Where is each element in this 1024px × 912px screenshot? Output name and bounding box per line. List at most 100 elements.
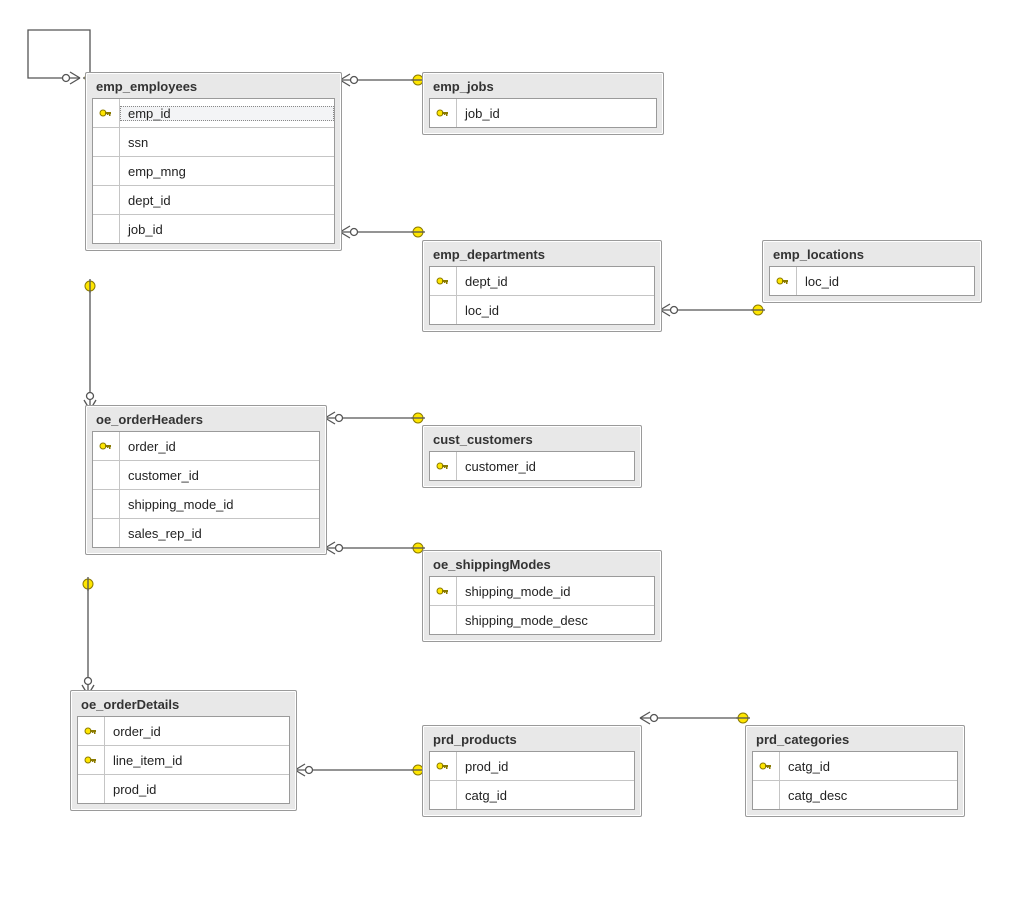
rel-emp_departments-emp_locations [660, 304, 765, 316]
column-row[interactable]: catg_desc [753, 780, 957, 809]
table-title: prd_products [423, 726, 641, 751]
table-oe_orderHeaders[interactable]: oe_orderHeaders order_id customer_idshipp… [85, 405, 327, 555]
column-row[interactable]: line_item_id [78, 745, 289, 774]
table-oe_shippingModes[interactable]: oe_shippingModes shipping_mode_idshippin… [422, 550, 662, 642]
key-cell [430, 781, 457, 809]
primary-key-icon [436, 461, 450, 471]
table-columns: dept_id loc_id [429, 266, 655, 325]
column-row[interactable]: loc_id [430, 295, 654, 324]
key-cell [93, 461, 120, 489]
table-prd_categories[interactable]: prd_categories catg_id catg_desc [745, 725, 965, 817]
rel-oe_orderHeaders-emp_employees [84, 279, 96, 410]
column-row[interactable]: shipping_mode_desc [430, 605, 654, 634]
primary-key-icon [436, 586, 450, 596]
column-name: ssn [120, 135, 334, 150]
key-cell [93, 128, 120, 156]
column-name: catg_id [780, 759, 957, 774]
table-columns: job_id [429, 98, 657, 128]
column-row[interactable]: shipping_mode_id [93, 489, 319, 518]
column-name: emp_mng [120, 164, 334, 179]
table-title: prd_categories [746, 726, 964, 751]
column-row[interactable]: emp_id [93, 99, 334, 127]
table-title: cust_customers [423, 426, 641, 451]
column-row[interactable]: job_id [430, 99, 656, 127]
table-columns: prod_id catg_id [429, 751, 635, 810]
column-row[interactable]: prod_id [78, 774, 289, 803]
table-title: oe_shippingModes [423, 551, 661, 576]
table-cust_customers[interactable]: cust_customers customer_id [422, 425, 642, 488]
column-name: shipping_mode_id [120, 497, 319, 512]
key-cell [430, 577, 457, 605]
column-row[interactable]: order_id [93, 432, 319, 460]
primary-key-icon [436, 108, 450, 118]
column-row[interactable]: dept_id [93, 185, 334, 214]
key-cell [430, 99, 457, 127]
column-row[interactable]: sales_rep_id [93, 518, 319, 547]
column-row[interactable]: emp_mng [93, 156, 334, 185]
column-row[interactable]: catg_id [753, 752, 957, 780]
key-cell [770, 267, 797, 295]
column-row[interactable]: order_id [78, 717, 289, 745]
column-name: catg_id [457, 788, 634, 803]
table-oe_orderDetails[interactable]: oe_orderDetails order_idline_item_idprod… [70, 690, 297, 811]
column-row[interactable]: dept_id [430, 267, 654, 295]
column-row[interactable]: loc_id [770, 267, 974, 295]
column-name: job_id [120, 222, 334, 237]
column-name: shipping_mode_id [457, 584, 654, 599]
column-row[interactable]: job_id [93, 214, 334, 243]
rel-prd_products-prd_categories [640, 712, 750, 724]
table-columns: catg_id catg_desc [752, 751, 958, 810]
table-columns: order_id customer_id shipping_mode_idsales… [92, 431, 320, 548]
key-cell [430, 452, 457, 480]
table-emp_jobs[interactable]: emp_jobs job_id [422, 72, 664, 135]
column-row[interactable]: ssn [93, 127, 334, 156]
primary-key-icon [776, 276, 790, 286]
key-cell [430, 267, 457, 295]
key-cell [93, 186, 120, 214]
column-row[interactable]: customer_id [430, 452, 634, 480]
table-columns: emp_idssn emp_mng dept_id job_id [92, 98, 335, 244]
table-columns: order_id line_item_id prod_id [77, 716, 290, 804]
primary-key-icon [99, 441, 113, 451]
column-row[interactable]: shipping_mode_id [430, 577, 654, 605]
column-name: order_id [105, 724, 289, 739]
column-name: loc_id [797, 274, 974, 289]
column-row[interactable]: catg_id [430, 780, 634, 809]
key-cell [430, 296, 457, 324]
table-emp_departments[interactable]: emp_departments dept_id loc_id [422, 240, 662, 332]
primary-key-icon [84, 726, 98, 736]
column-name: prod_id [105, 782, 289, 797]
table-title: oe_orderHeaders [86, 406, 326, 431]
column-name: customer_id [120, 468, 319, 483]
rel-oe_orderHeaders-oe_shippingModes [325, 542, 425, 554]
column-row[interactable]: customer_id [93, 460, 319, 489]
table-emp_locations[interactable]: emp_locations loc_id [762, 240, 982, 303]
rel-oe_orderDetails-prd_products [295, 764, 425, 776]
column-name: shipping_mode_desc [457, 613, 654, 628]
key-cell [93, 519, 120, 547]
rel-emp_employees-emp_departments [340, 226, 425, 238]
column-name: sales_rep_id [120, 526, 319, 541]
key-cell [753, 752, 780, 780]
key-cell [93, 432, 120, 460]
table-emp_employees[interactable]: emp_employees emp_idssnemp_mngdept_idjob… [85, 72, 342, 251]
table-columns: customer_id [429, 451, 635, 481]
primary-key-icon [759, 761, 773, 771]
rel-oe_orderHeaders-cust_customers [325, 412, 425, 424]
column-name: job_id [457, 106, 656, 121]
table-columns: shipping_mode_id shipping_mode_desc [429, 576, 655, 635]
key-cell [78, 717, 105, 745]
key-cell [753, 781, 780, 809]
key-cell [78, 775, 105, 803]
key-cell [78, 746, 105, 774]
table-prd_products[interactable]: prd_products prod_id catg_id [422, 725, 642, 817]
column-name: line_item_id [105, 753, 289, 768]
table-columns: loc_id [769, 266, 975, 296]
table-title: emp_departments [423, 241, 661, 266]
column-row[interactable]: prod_id [430, 752, 634, 780]
er-diagram-canvas[interactable]: emp_employees emp_idssnemp_mngdept_idjob… [0, 0, 1024, 912]
table-title: emp_jobs [423, 73, 663, 98]
key-cell [93, 99, 120, 127]
column-name: dept_id [457, 274, 654, 289]
key-cell [430, 606, 457, 634]
